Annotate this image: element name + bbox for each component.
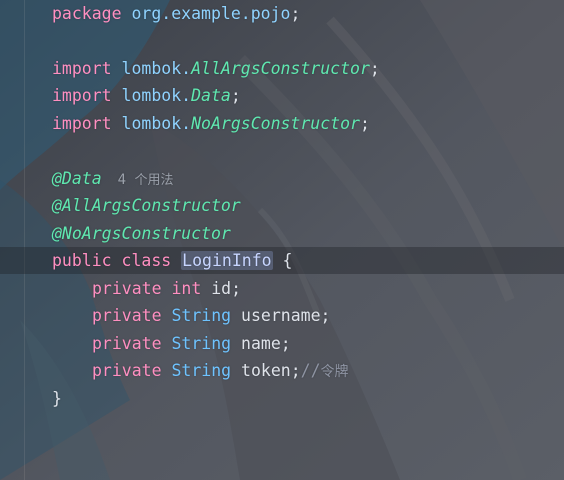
annotation-data: @Data: [52, 169, 102, 188]
private-keyword: private: [92, 279, 162, 298]
field-line-token[interactable]: private String token;//令牌: [92, 357, 349, 384]
semicolon: ;: [369, 59, 380, 78]
field-line-id[interactable]: private int id;: [92, 275, 241, 302]
semicolon: ;: [231, 279, 242, 298]
semicolon: ;: [230, 86, 241, 105]
semicolon: ;: [320, 306, 331, 325]
field-type: int: [171, 279, 202, 298]
semicolon: ;: [290, 4, 301, 23]
field-name: token: [241, 361, 291, 380]
usage-hint[interactable]: 4 个用法: [118, 172, 174, 188]
class-name[interactable]: LoginInfo: [181, 251, 273, 270]
class-declaration-line[interactable]: public class LoginInfo {: [52, 247, 292, 274]
package-name: org.example.pojo: [131, 4, 291, 23]
private-keyword: private: [92, 306, 162, 325]
semicolon: ;: [280, 334, 291, 353]
public-keyword: public: [52, 251, 112, 270]
line-comment: //令牌: [301, 361, 349, 380]
import-class-noargs: NoArgsConstructor: [191, 114, 360, 133]
import-keyword: import: [52, 59, 112, 78]
semicolon: ;: [359, 114, 370, 133]
annotation-line-data[interactable]: @Data 4 个用法: [52, 165, 174, 192]
class-keyword: class: [121, 251, 172, 270]
package-line[interactable]: package org.example.pojo;: [52, 0, 300, 27]
close-brace: }: [52, 389, 62, 408]
import-package: lombok.: [121, 86, 192, 105]
field-name: id: [211, 279, 232, 298]
import-keyword: import: [52, 114, 112, 133]
closing-brace-line[interactable]: }: [52, 385, 62, 412]
field-type: String: [171, 306, 232, 325]
import-package: lombok.: [121, 114, 192, 133]
field-name: username: [241, 306, 321, 325]
open-brace: {: [282, 251, 293, 270]
field-type: String: [171, 334, 232, 353]
field-name: name: [241, 334, 281, 353]
import-line-noargs[interactable]: import lombok.NoArgsConstructor;: [52, 110, 370, 137]
import-class-data: Data: [191, 86, 231, 105]
private-keyword: private: [92, 334, 162, 353]
annotation-line-allargs[interactable]: @AllArgsConstructor: [52, 192, 241, 219]
import-line-allargs[interactable]: import lombok.AllArgsConstructor;: [52, 55, 380, 82]
usage-count: 4: [117, 172, 127, 188]
field-line-name[interactable]: private String name;: [92, 330, 291, 357]
comment-text: 令牌: [320, 364, 349, 380]
field-type: String: [171, 361, 232, 380]
package-keyword: package: [52, 4, 122, 23]
import-package: lombok.: [121, 59, 192, 78]
private-keyword: private: [92, 361, 162, 380]
field-line-username[interactable]: private String username;: [92, 302, 330, 329]
import-line-data[interactable]: import lombok.Data;: [52, 82, 241, 109]
import-class-allargs: AllArgsConstructor: [191, 59, 370, 78]
semicolon: ;: [290, 361, 301, 380]
import-keyword: import: [52, 86, 112, 105]
annotation-allargs: @AllArgsConstructor: [52, 196, 241, 215]
comment-prefix: //: [300, 361, 321, 380]
code-editor[interactable]: package org.example.pojo; import lombok.…: [0, 0, 564, 480]
annotation-noargs: @NoArgsConstructor: [52, 224, 231, 243]
annotation-line-noargs[interactable]: @NoArgsConstructor: [52, 220, 231, 247]
usage-label: 个用法: [134, 173, 174, 188]
